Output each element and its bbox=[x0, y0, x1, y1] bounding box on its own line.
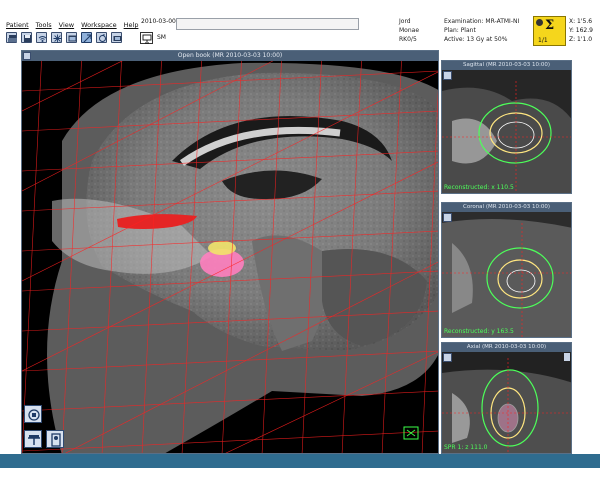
beam-view-button[interactable] bbox=[24, 430, 42, 448]
plan-info: Examination: MR-ATMI-NI Plan: Plant Acti… bbox=[444, 17, 519, 44]
menu-workspace[interactable]: Workspace bbox=[81, 21, 117, 29]
film-icon[interactable] bbox=[111, 32, 122, 43]
main-3d-view[interactable]: Open book (MR 2010-03-03 10:00) bbox=[21, 50, 439, 454]
coronal-menu-icon[interactable] bbox=[443, 213, 452, 222]
patient-line2: Monae bbox=[399, 27, 420, 34]
sun-icon bbox=[536, 19, 543, 26]
monitor-icon bbox=[142, 34, 152, 44]
view-menu-icon[interactable] bbox=[23, 52, 31, 60]
axial-slice-render bbox=[442, 352, 571, 453]
coronal-panel-footer: Reconstructed: y 163.5 bbox=[444, 328, 514, 335]
coord-y: Y: 162.9 bbox=[569, 27, 593, 34]
left-strip bbox=[0, 50, 21, 454]
sm-label: SM bbox=[157, 34, 166, 41]
snowflake-icon[interactable] bbox=[51, 32, 62, 43]
sagittal-panel-footer: Reconstructed: x 110.5 bbox=[444, 184, 514, 191]
print-icon[interactable] bbox=[6, 32, 17, 43]
save-icon[interactable] bbox=[21, 32, 32, 43]
axial-scroll-icon[interactable] bbox=[564, 353, 570, 361]
plan-active: Active: 13 Gy at 50% bbox=[444, 36, 508, 43]
menu-help[interactable]: Help bbox=[124, 21, 139, 29]
date-field[interactable] bbox=[176, 18, 359, 30]
patient-line3: RK0/5 bbox=[399, 36, 417, 43]
coronal-panel-title: Coronal (MR 2010-03-03 10:00) bbox=[442, 203, 571, 212]
reset-icon[interactable] bbox=[96, 32, 107, 43]
zoom-icon[interactable] bbox=[81, 32, 92, 43]
axial-panel-footer: SPR 1: z 111.0 bbox=[444, 444, 488, 451]
head-icon bbox=[28, 409, 40, 421]
toolbar bbox=[6, 32, 122, 43]
main-view-title: Open book (MR 2010-03-03 10:00) bbox=[22, 51, 438, 61]
body-icon bbox=[51, 433, 61, 447]
status-bar bbox=[0, 454, 600, 468]
sagittal-menu-icon[interactable] bbox=[443, 71, 452, 80]
coordinate-readout: X: 1'5.6 Y: 162.9 Z: 1'1.0 bbox=[569, 17, 593, 44]
patient-info: Jord Monae RK0/5 bbox=[399, 17, 419, 44]
sagittal-mri-render bbox=[22, 51, 438, 453]
patient-line1: Jord bbox=[399, 18, 411, 25]
sagittal-panel-title: Sagittal (MR 2010-03-03 10:00) bbox=[442, 61, 571, 70]
plan-examination: Examination: MR-ATMI-NI bbox=[444, 18, 520, 25]
bottom-margin bbox=[0, 468, 600, 487]
menu-bar: Patient Tools View Workspace Help bbox=[6, 21, 138, 29]
menu-tools[interactable]: Tools bbox=[36, 21, 52, 29]
patient-view-button[interactable] bbox=[46, 430, 64, 448]
right-gutter bbox=[572, 50, 600, 454]
gantry-icon bbox=[28, 435, 40, 445]
sigma-icon: Σ bbox=[545, 18, 555, 33]
wifi-icon[interactable] bbox=[36, 32, 47, 43]
window-icon[interactable] bbox=[66, 32, 77, 43]
date-label: 2010-03-00 bbox=[141, 18, 176, 25]
sagittal-panel[interactable]: Sagittal (MR 2010-03-03 10:00) Reconstru… bbox=[441, 60, 572, 194]
coronal-slice-render bbox=[442, 212, 571, 337]
menu-view[interactable]: View bbox=[59, 21, 74, 29]
top-bar: Patient Tools View Workspace Help 2010-0… bbox=[0, 0, 600, 50]
menu-patient[interactable]: Patient bbox=[6, 21, 29, 29]
coord-z: Z: 1'1.0 bbox=[569, 36, 593, 43]
axial-panel-title: Axial (MR 2010-03-03 10:00) bbox=[442, 343, 571, 352]
sagittal-slice-render bbox=[442, 70, 571, 193]
axial-panel[interactable]: Axial (MR 2010-03-03 10:00) SPR 1: z 111… bbox=[441, 342, 572, 454]
dose-sum-toggle[interactable]: Σ 1/1 bbox=[533, 16, 566, 46]
sm-button[interactable] bbox=[140, 32, 153, 44]
fraction-label: 1/1 bbox=[538, 37, 548, 44]
coronal-panel[interactable]: Coronal (MR 2010-03-03 10:00) Reconstruc… bbox=[441, 202, 572, 338]
plan-name: Plan: Plant bbox=[444, 27, 476, 34]
axial-menu-icon[interactable] bbox=[443, 353, 452, 362]
camera-view-button[interactable] bbox=[24, 405, 42, 423]
coord-x: X: 1'5.6 bbox=[569, 18, 593, 25]
